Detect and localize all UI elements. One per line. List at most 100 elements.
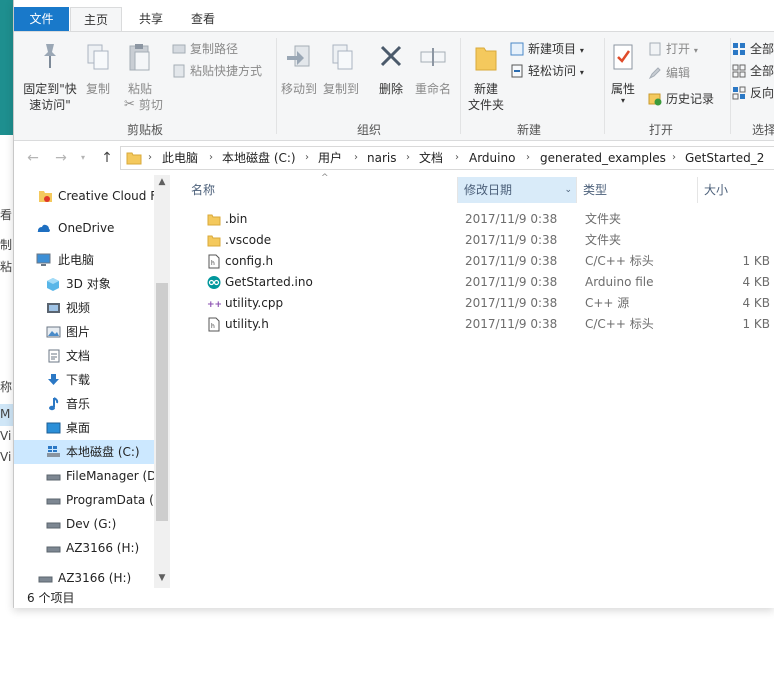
back-button[interactable]: ← bbox=[22, 148, 44, 168]
new-item-button[interactable]: 新建项目 ▾ bbox=[510, 39, 584, 59]
scroll-down-arrow-icon[interactable]: ▼ bbox=[154, 571, 170, 585]
nav-item-3d-objects[interactable]: 3D 对象 bbox=[14, 272, 154, 296]
nav-item-label: 下载 bbox=[66, 373, 91, 387]
paste-shortcut-icon bbox=[173, 64, 185, 77]
invert-selection-button[interactable]: 反向 bbox=[732, 83, 774, 103]
select-all-button[interactable]: 全部 bbox=[732, 39, 774, 59]
nav-item-videos[interactable]: 视频 bbox=[14, 296, 154, 320]
breadcrumb-local-disk[interactable]: 本地磁盘 (C:) bbox=[222, 147, 296, 169]
table-row[interactable]: h utility.h 2017/11/9 0:38 C/C++ 标头 1 KB bbox=[175, 314, 774, 335]
nav-item-documents[interactable]: 文档 bbox=[14, 344, 154, 368]
forward-button[interactable]: → bbox=[50, 148, 72, 168]
file-type: Arduino file bbox=[585, 275, 654, 289]
column-header-size[interactable]: 大小 bbox=[698, 177, 774, 203]
nav-item-label: ProgramData ( bbox=[66, 493, 154, 507]
move-to-button[interactable]: 移动到 bbox=[278, 42, 320, 97]
file-name: utility.h bbox=[225, 317, 269, 331]
background-text: 制 bbox=[0, 238, 13, 252]
tab-view[interactable]: 查看 bbox=[188, 7, 218, 31]
copy-to-button[interactable]: 复制到 bbox=[320, 42, 362, 97]
pin-quick-access-button[interactable]: 固定到"快速访问" bbox=[18, 42, 82, 113]
rename-button[interactable]: 重命名 bbox=[412, 42, 454, 97]
nav-item-label: OneDrive bbox=[58, 221, 115, 235]
group-separator bbox=[276, 38, 277, 134]
nav-item-az3166-h[interactable]: AZ3166 (H:) bbox=[14, 536, 154, 560]
tab-share[interactable]: 共享 bbox=[136, 7, 166, 31]
rename-icon bbox=[420, 48, 446, 66]
file-name: config.h bbox=[225, 254, 274, 268]
tab-file[interactable]: 文件 bbox=[14, 7, 69, 31]
breadcrumb-separator: › bbox=[209, 152, 213, 163]
edit-button[interactable]: 编辑 bbox=[648, 63, 690, 83]
file-type: C/C++ 标头 bbox=[585, 317, 654, 331]
nav-item-filemanager[interactable]: FileManager (D bbox=[14, 464, 154, 488]
scroll-up-arrow-icon[interactable]: ▲ bbox=[154, 175, 170, 189]
open-button[interactable]: 打开 ▾ bbox=[648, 39, 698, 59]
explorer-window: 文件 主页 共享 查看 固定到"快速访问" 复制 粘贴 复制路径 粘贴快捷方式 … bbox=[13, 0, 774, 608]
paste-shortcut-button[interactable]: 粘贴快捷方式 bbox=[172, 61, 262, 81]
drive-icon bbox=[46, 474, 61, 481]
clipboard-group-label: 剪贴板 bbox=[126, 123, 163, 137]
nav-item-pictures[interactable]: 图片 bbox=[14, 320, 154, 344]
delete-button[interactable]: 删除 bbox=[374, 42, 408, 97]
windows-drive-icon bbox=[47, 446, 60, 457]
address-bar[interactable]: › 此电脑 › 本地磁盘 (C:) › 用户 › naris › 文档 › Ar… bbox=[120, 146, 774, 170]
table-row[interactable]: GetStarted.ino 2017/11/9 0:38 Arduino fi… bbox=[175, 272, 774, 293]
nav-item-music[interactable]: 音乐 bbox=[14, 392, 154, 416]
pin-icon bbox=[44, 44, 56, 68]
nav-item-creative-cloud[interactable]: Creative Cloud F bbox=[14, 184, 154, 208]
scrollbar-thumb[interactable] bbox=[156, 283, 168, 521]
copy-path-button[interactable]: 复制路径 bbox=[172, 39, 238, 59]
new-item-icon bbox=[510, 42, 524, 55]
new-folder-button[interactable]: 新建 文件夹 bbox=[464, 42, 508, 113]
edit-label: 编辑 bbox=[666, 66, 691, 80]
file-list: ^ 名称 修改日期 ⌄ 类型 大小 .bin 2017/11/9 0:38 文件… bbox=[175, 173, 774, 588]
table-row[interactable]: ++ utility.cpp 2017/11/9 0:38 C++ 源 4 KB bbox=[175, 293, 774, 314]
column-header-name[interactable]: 名称 bbox=[187, 177, 447, 203]
properties-label: 属性 bbox=[610, 82, 635, 96]
nav-item-downloads[interactable]: 下载 bbox=[14, 368, 154, 392]
edit-icon bbox=[648, 66, 661, 79]
nav-item-onedrive[interactable]: OneDrive bbox=[14, 216, 154, 240]
nav-item-local-disk-c[interactable]: 本地磁盘 (C:) bbox=[14, 440, 154, 464]
tab-home[interactable]: 主页 bbox=[70, 7, 122, 32]
select-none-button[interactable]: 全部 bbox=[732, 61, 774, 81]
recent-locations-button[interactable]: ▾ bbox=[76, 148, 90, 168]
breadcrumb-separator: › bbox=[406, 152, 410, 163]
background-text: 称 bbox=[0, 380, 13, 394]
cut-button[interactable]: ✂ 剪切 bbox=[124, 95, 163, 115]
easy-access-button[interactable]: 轻松访问 ▾ bbox=[510, 61, 584, 81]
nav-item-dev-g[interactable]: Dev (G:) bbox=[14, 512, 154, 536]
nav-scrollbar[interactable]: ▲ ▼ bbox=[154, 175, 170, 588]
breadcrumb-arduino[interactable]: Arduino bbox=[469, 147, 515, 169]
videos-icon bbox=[47, 303, 60, 313]
paste-button[interactable]: 粘贴 bbox=[122, 42, 158, 97]
svg-text:++: ++ bbox=[207, 300, 221, 310]
history-button[interactable]: 历史记录 bbox=[648, 89, 714, 109]
column-header-type[interactable]: 类型 bbox=[577, 177, 697, 203]
navigation-pane: Creative Cloud F OneDrive 此电脑 3D 对象 视频 图… bbox=[14, 175, 170, 588]
open-group-label: 打开 bbox=[648, 123, 673, 137]
table-row[interactable]: h config.h 2017/11/9 0:38 C/C++ 标头 1 KB bbox=[175, 251, 774, 272]
nav-item-this-pc[interactable]: 此电脑 bbox=[14, 248, 154, 272]
file-type: C++ 源 bbox=[585, 296, 630, 310]
nav-item-label: AZ3166 (H:) bbox=[66, 541, 140, 555]
table-row[interactable]: .vscode 2017/11/9 0:38 文件夹 bbox=[175, 230, 774, 251]
rename-label: 重命名 bbox=[414, 82, 451, 96]
nav-item-programdata[interactable]: ProgramData ( bbox=[14, 488, 154, 512]
properties-button[interactable]: 属性 ▾ bbox=[606, 42, 640, 105]
up-button[interactable]: ↑ bbox=[96, 148, 118, 168]
table-row[interactable]: .bin 2017/11/9 0:38 文件夹 bbox=[175, 209, 774, 230]
cpp-file-icon: ++ bbox=[207, 300, 221, 310]
column-header-date[interactable]: 修改日期 ⌄ bbox=[458, 177, 576, 203]
breadcrumb-users[interactable]: 用户 bbox=[318, 147, 342, 169]
breadcrumb-generated-examples[interactable]: generated_examples bbox=[540, 147, 666, 169]
nav-item-desktop[interactable]: 桌面 bbox=[14, 416, 154, 440]
copy-button[interactable]: 复制 bbox=[80, 42, 116, 97]
nav-item-az3166-h-root[interactable]: AZ3166 (H:) bbox=[14, 568, 154, 588]
breadcrumb-getstarted[interactable]: GetStarted_2 bbox=[685, 147, 764, 169]
breadcrumb-this-pc[interactable]: 此电脑 bbox=[162, 147, 198, 169]
chevron-down-icon: ▾ bbox=[620, 96, 625, 105]
breadcrumb-documents[interactable]: 文档 bbox=[419, 147, 443, 169]
breadcrumb-naris[interactable]: naris bbox=[367, 147, 396, 169]
